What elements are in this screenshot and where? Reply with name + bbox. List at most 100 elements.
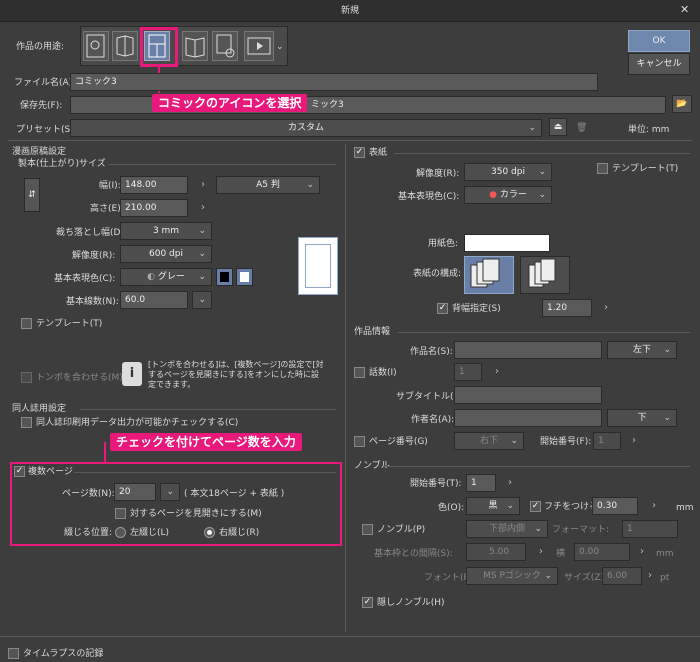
multi-page-label: 複数ページ [28, 467, 73, 477]
chevron-right-icon[interactable]: › [495, 366, 499, 377]
color-mode-select[interactable]: ◐ グレー ⌄ [120, 268, 212, 286]
doujin-check-checkbox[interactable] [21, 417, 32, 428]
chevron-right-icon[interactable]: › [640, 546, 644, 557]
preset-select[interactable]: カスタム ⌄ [70, 119, 542, 137]
size-label: サイズ(Z): [564, 573, 607, 583]
black-swatch[interactable] [216, 268, 233, 286]
folder-icon[interactable]: 📂 [672, 95, 692, 113]
cover-template-label: テンプレート(T) [612, 164, 679, 174]
spine-input[interactable]: 1.20 [542, 299, 592, 317]
chevron-down-icon: ⌄ [534, 524, 542, 534]
border-checkbox[interactable]: ✓ [530, 501, 541, 512]
page-number-checkbox[interactable] [354, 436, 365, 447]
line-count-input[interactable]: 60.0 [120, 291, 188, 309]
template-checkbox[interactable] [21, 318, 32, 329]
font-select[interactable]: MS Pゴシック ⌄ [466, 567, 558, 585]
preset-register-icon[interactable]: ⏏ [549, 118, 567, 136]
pages-dropdown[interactable]: ⌄ [160, 483, 180, 501]
nombre-checkbox[interactable] [362, 524, 373, 535]
cover-template-checkbox[interactable] [597, 163, 608, 174]
episode-checkbox[interactable] [354, 367, 365, 378]
cover-checkbox[interactable]: ✓ [354, 147, 365, 158]
webtoon-icon[interactable] [112, 31, 138, 61]
chevron-right-icon[interactable]: › [652, 500, 656, 511]
episode-label: 話数(I) [369, 368, 397, 378]
chevron-right-icon[interactable]: › [604, 302, 608, 313]
width-input[interactable]: 148.00 [120, 176, 188, 194]
chevron-right-icon[interactable]: › [648, 570, 652, 581]
info-icon: i [122, 362, 142, 386]
chevron-right-icon[interactable]: › [539, 546, 543, 557]
cover-color-label: 基本表現色(C): [398, 192, 460, 202]
author-position-select[interactable]: 下 ⌄ [607, 409, 677, 427]
chevron-down-icon[interactable]: ⌄ [276, 41, 284, 53]
pages-input[interactable]: 20 [114, 483, 156, 501]
page-number-position-value: 右下 [479, 436, 498, 446]
chevron-down-icon: ⌄ [538, 190, 546, 200]
usage-label: 作品の用途: [16, 42, 65, 52]
spread-label: 対するページを見開きにする(M) [130, 509, 262, 519]
subtitle-input[interactable] [454, 386, 602, 404]
gap-input[interactable]: 5.00 [466, 543, 526, 561]
template-label: テンプレート(T) [36, 319, 103, 329]
nombre-start-label: 開始番号(T): [410, 479, 462, 489]
paper-color-swatch[interactable] [464, 234, 550, 252]
timelapse-checkbox[interactable] [8, 648, 19, 659]
illustration-icon[interactable] [83, 31, 109, 61]
page-number-position-select[interactable]: 右下 ⌄ [454, 432, 524, 450]
callout-pointer [104, 442, 106, 464]
spine-checkbox[interactable]: ✓ [437, 303, 448, 314]
border-input[interactable]: 0.30 [592, 497, 638, 515]
white-swatch[interactable] [236, 268, 253, 286]
line-count-dropdown[interactable]: ⌄ [192, 291, 212, 309]
nombre-start-input[interactable]: 1 [466, 474, 496, 492]
page-preview [298, 237, 338, 295]
multi-page-checkbox[interactable]: ✓ [14, 466, 25, 477]
tombo-checkbox[interactable] [21, 372, 32, 383]
animation-icon[interactable] [244, 31, 274, 61]
cover-layout-option-selected[interactable] [464, 256, 514, 294]
paper-size-select[interactable]: A5 判 ⌄ [216, 176, 320, 194]
horizontal-input[interactable]: 0.00 [574, 543, 630, 561]
chevron-right-icon[interactable]: › [508, 477, 512, 488]
work-title-position-select[interactable]: 左下 ⌄ [607, 341, 677, 359]
right-binding-radio[interactable] [204, 527, 215, 538]
height-input[interactable]: 210.00 [120, 199, 188, 217]
chevron-down-icon: ⌄ [544, 571, 552, 581]
window-title: 新規 [340, 6, 359, 16]
close-icon[interactable]: ✕ [680, 4, 689, 16]
filename-input[interactable]: コミック3 [70, 73, 598, 91]
color-dots-icon: ● [489, 190, 497, 200]
template-icon[interactable] [212, 31, 238, 61]
cover-layout-option[interactable] [520, 256, 570, 294]
chevron-right-icon[interactable]: › [201, 202, 205, 213]
cancel-button[interactable]: キャンセル [628, 53, 690, 75]
trash-icon[interactable]: 🗑 [576, 122, 587, 134]
episode-input[interactable]: 1 [454, 363, 482, 381]
size-input[interactable]: 6.00 [602, 567, 642, 585]
nombre-position-select[interactable]: 下部内側 ⌄ [466, 520, 548, 538]
swap-orientation-icon[interactable]: ⇵ [24, 178, 40, 212]
cover-resolution-select[interactable]: 350 dpi ⌄ [464, 163, 552, 181]
author-label: 作者名(A): [411, 415, 455, 425]
nombre-color-select[interactable]: 黒 ⌄ [466, 497, 520, 515]
left-binding-radio[interactable] [115, 527, 126, 538]
hidden-nombre-checkbox[interactable]: ✓ [362, 597, 373, 608]
size-unit: pt [660, 573, 670, 583]
spread-checkbox[interactable] [115, 508, 126, 519]
author-input[interactable] [454, 409, 602, 427]
chevron-right-icon[interactable]: › [632, 435, 636, 446]
ok-button[interactable]: OK [628, 30, 690, 52]
format-input[interactable]: 1 [622, 520, 678, 538]
book-icon[interactable] [182, 31, 208, 61]
title-bar: 新規 ✕ [0, 0, 700, 22]
cover-color-select[interactable]: ● カラー ⌄ [464, 186, 552, 204]
resolution-select[interactable]: 600 dpi ⌄ [120, 245, 212, 263]
bleed-select[interactable]: 3 mm ⌄ [120, 222, 212, 240]
start-number-input[interactable]: 1 [593, 432, 621, 450]
preset-value: カスタム [287, 123, 324, 133]
pages-label: ページ数(N): [62, 489, 115, 499]
chevron-right-icon[interactable]: › [201, 179, 205, 190]
work-title-input[interactable] [454, 341, 602, 359]
bleed-value: 3 mm [152, 226, 180, 236]
